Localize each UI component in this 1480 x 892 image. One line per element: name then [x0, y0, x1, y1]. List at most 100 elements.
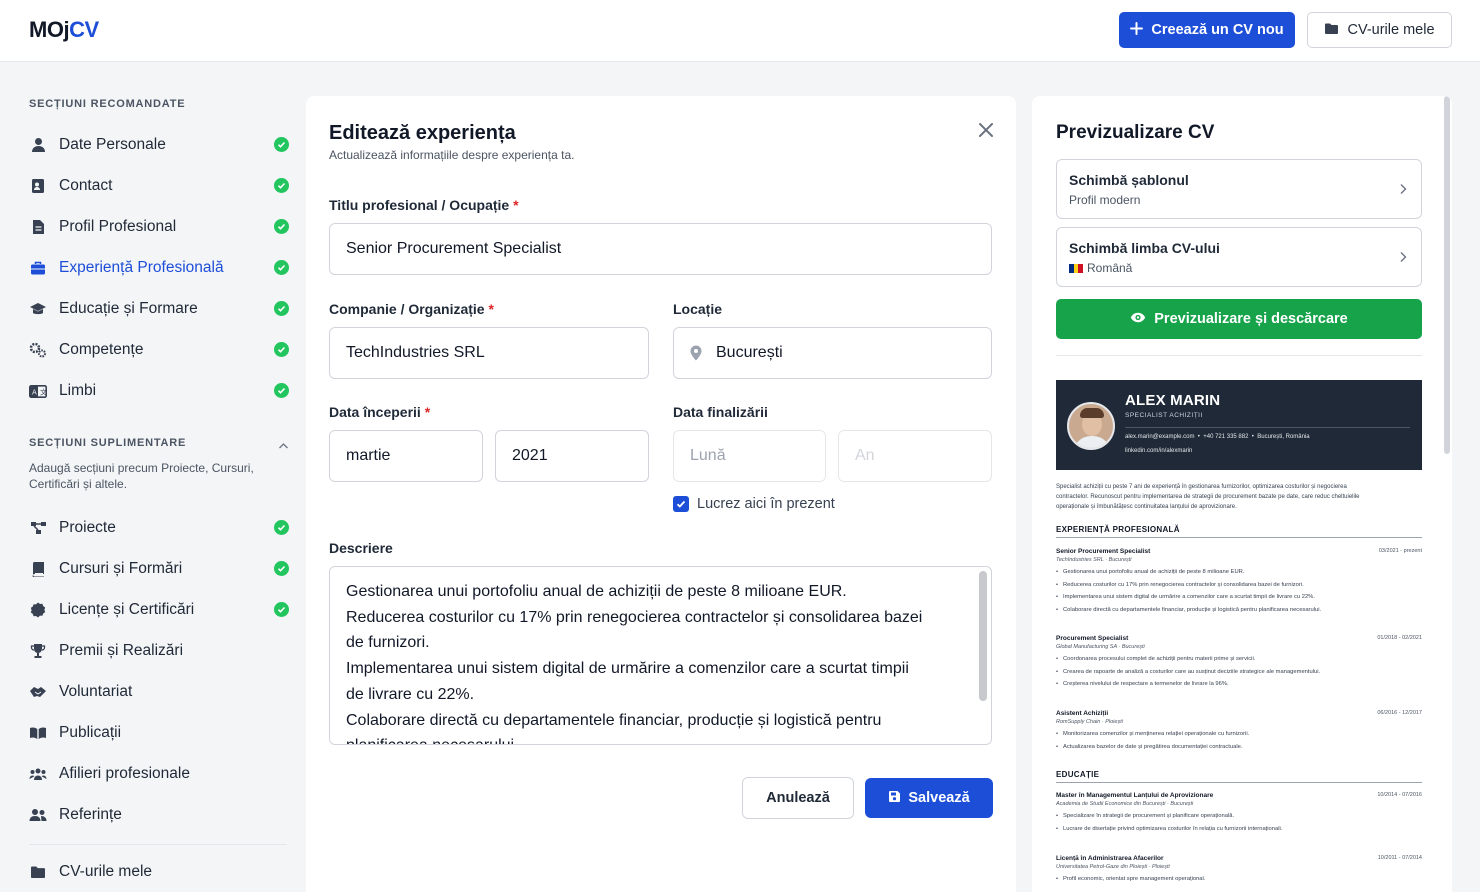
cv-summary-line: contractelor. Recunoscut pentru implemen…: [1056, 494, 1360, 500]
check-icon: [274, 342, 289, 357]
cv-edu-institution: Universitatea Petrol-Gaze din Ploiești ·…: [1056, 864, 1170, 870]
preview-scrollbar[interactable]: [1444, 96, 1450, 454]
sidebar-item-projects[interactable]: Proiecte: [29, 517, 289, 539]
chevron-right-icon: [1399, 182, 1407, 200]
company-input[interactable]: TechIndustries SRL: [329, 327, 649, 379]
location-input[interactable]: București: [673, 327, 992, 379]
book-icon: [29, 560, 47, 578]
sidebar-item-affiliations[interactable]: Afilieri profesionale: [29, 763, 289, 785]
sidebar-item-references[interactable]: Referințe: [29, 804, 289, 826]
map-pin-icon: [690, 345, 702, 361]
my-cvs-button[interactable]: CV-urile mele: [1307, 12, 1452, 48]
cv-summary-line: Specialist achiziții cu peste 7 ani de e…: [1056, 484, 1347, 490]
floppy-disk-icon: [888, 790, 901, 807]
description-textarea[interactable]: Gestionarea unui portofoliu anual de ach…: [329, 566, 992, 745]
cv-job-title: Asistent Achiziții: [1056, 710, 1109, 717]
avatar: [1067, 402, 1115, 450]
sidebar-item-label: Referințe: [59, 806, 122, 823]
preview-download-button[interactable]: Previzualizare și descărcare: [1056, 299, 1422, 339]
user-friends-icon: [29, 806, 47, 824]
handshake-icon: [29, 683, 47, 701]
cv-job-title: Procurement Specialist: [1056, 635, 1129, 642]
sidebar-item-label: Educație și Formare: [59, 300, 198, 317]
romania-flag-icon: [1069, 263, 1084, 273]
cv-job-company: TechIndustries SRL · București: [1056, 557, 1132, 563]
description-line: Gestionarea unui portofoliu anual de ach…: [346, 583, 847, 600]
end-month-input[interactable]: Lună: [673, 430, 826, 482]
sidebar-item-awards[interactable]: Premii și Realizări: [29, 640, 289, 662]
cv-edu-bullet: Lucrare de disertație privind optimizare…: [1056, 823, 1422, 836]
cv-job-dates: 03/2021 - prezent: [1378, 548, 1422, 554]
plus-icon: [1130, 21, 1144, 39]
sidebar-item-skills[interactable]: Competențe: [29, 339, 289, 361]
sidebar-item-professional-experience[interactable]: Experiență Profesională: [29, 257, 289, 279]
start-year-input[interactable]: 2021: [495, 430, 649, 482]
briefcase-icon: [29, 259, 47, 277]
check-icon: [274, 219, 289, 234]
save-button[interactable]: Salvează: [865, 778, 993, 818]
change-template-title: Schimbă șablonul: [1069, 172, 1189, 188]
chevron-up-icon[interactable]: [278, 437, 289, 455]
sidebar-item-languages[interactable]: A文 Limbi: [29, 380, 289, 402]
logo[interactable]: MOjCV: [29, 17, 99, 43]
cv-job-entry: Asistent Achiziții 06/2016 - 12/2017 RomS…: [1056, 710, 1422, 753]
file-icon: [29, 218, 47, 236]
cv-job-dates: 06/2016 - 12/2017: [1377, 710, 1422, 716]
job-title-input[interactable]: Senior Procurement Specialist: [329, 223, 992, 275]
contact-card-icon: [29, 177, 47, 195]
sidebar-item-education[interactable]: Educație și Formare: [29, 298, 289, 320]
cv-location: București, România: [1257, 434, 1310, 440]
supplementary-sections-description: Adaugă secțiuni precum Proiecte, Cursuri…: [29, 461, 254, 491]
sidebar-item-label: Experiență Profesională: [59, 259, 224, 276]
cv-job-bullet: Implementarea unui sistem digital de urm…: [1056, 591, 1422, 604]
sidebar-divider: [29, 844, 287, 845]
supplementary-sections-title: SECȚIUNI SUPLIMENTARE: [29, 437, 187, 449]
cv-header: ALEX MARIN SPECIALIST ACHIZIȚII alex.mar…: [1056, 380, 1422, 470]
preview-download-label: Previzualizare și descărcare: [1154, 311, 1348, 327]
create-cv-button[interactable]: Creează un CV nou: [1119, 12, 1295, 48]
currently-working-label: Lucrez aici în prezent: [697, 496, 835, 512]
certificate-icon: [29, 601, 47, 619]
cv-edu-title: Licență în Administrarea Afacerilor: [1056, 855, 1164, 862]
my-cvs-label: CV-urile mele: [1347, 22, 1435, 38]
folder-icon: [29, 863, 47, 881]
panel-subtitle: Actualizează informațiile despre experie…: [329, 148, 575, 162]
top-bar: MOjCV Creează un CV nou CV-urile mele: [0, 0, 1480, 62]
change-template-card[interactable]: Schimbă șablonul Profil modern: [1056, 159, 1422, 219]
checkbox-checked-icon[interactable]: [673, 496, 689, 512]
sidebar-item-volunteering[interactable]: Voluntariat: [29, 681, 289, 703]
end-year-input[interactable]: An: [838, 430, 992, 482]
close-icon[interactable]: [976, 120, 996, 140]
sidebar-item-personal-data[interactable]: Date Personale: [29, 134, 289, 156]
graduation-cap-icon: [29, 300, 47, 318]
start-month-input[interactable]: martie: [329, 430, 483, 482]
svg-text:文: 文: [40, 387, 47, 396]
description-line: planificarea necesarului.: [346, 733, 951, 744]
job-title-label: Titlu profesional / Ocupație *: [329, 197, 519, 213]
change-language-card[interactable]: Schimbă limba CV-ului Română: [1056, 227, 1422, 287]
cv-summary: Specialist achiziții cu peste 7 ani de e…: [1056, 482, 1422, 512]
cv-job-entry: Senior Procurement Specialist 03/2021 - p…: [1056, 548, 1422, 616]
cancel-button[interactable]: Anulează: [742, 777, 854, 819]
sidebar-item-label: Cursuri și Formări: [59, 560, 183, 577]
textarea-scrollbar[interactable]: [979, 571, 987, 701]
current-language-value: Română: [1087, 261, 1133, 275]
job-title-label-text: Titlu profesional / Ocupație: [329, 197, 510, 213]
eye-icon: [1130, 311, 1146, 327]
sidebar-item-my-cvs[interactable]: CV-urile mele: [29, 861, 289, 883]
sidebar-item-label: CV-urile mele: [59, 863, 153, 880]
currently-working-checkbox[interactable]: Lucrez aici în prezent: [673, 496, 835, 512]
sidebar-item-contact[interactable]: Contact: [29, 175, 289, 197]
sidebar-item-courses[interactable]: Cursuri și Formări: [29, 558, 289, 580]
sidebar-item-professional-profile[interactable]: Profil Profesional: [29, 216, 289, 238]
cv-education-entry: Master în Managementul Lanțului de Aprov…: [1056, 792, 1422, 835]
cv-experience-heading: EXPERIENȚĂ PROFESIONALĂ: [1056, 525, 1422, 538]
logo-accent: CV: [69, 17, 99, 42]
sidebar-item-publications[interactable]: Publicații: [29, 722, 289, 744]
check-icon: [274, 520, 289, 535]
cv-linkedin: linkedin.com/in/alexmarin: [1125, 448, 1193, 454]
cv-job-dates: 01/2018 - 02/2021: [1377, 635, 1422, 641]
sidebar-item-label: Premii și Realizări: [59, 642, 184, 659]
cv-job-entry: Procurement Specialist 01/2018 - 02/2021 …: [1056, 635, 1422, 691]
sidebar-item-certifications[interactable]: Licențe și Certificări: [29, 599, 289, 621]
